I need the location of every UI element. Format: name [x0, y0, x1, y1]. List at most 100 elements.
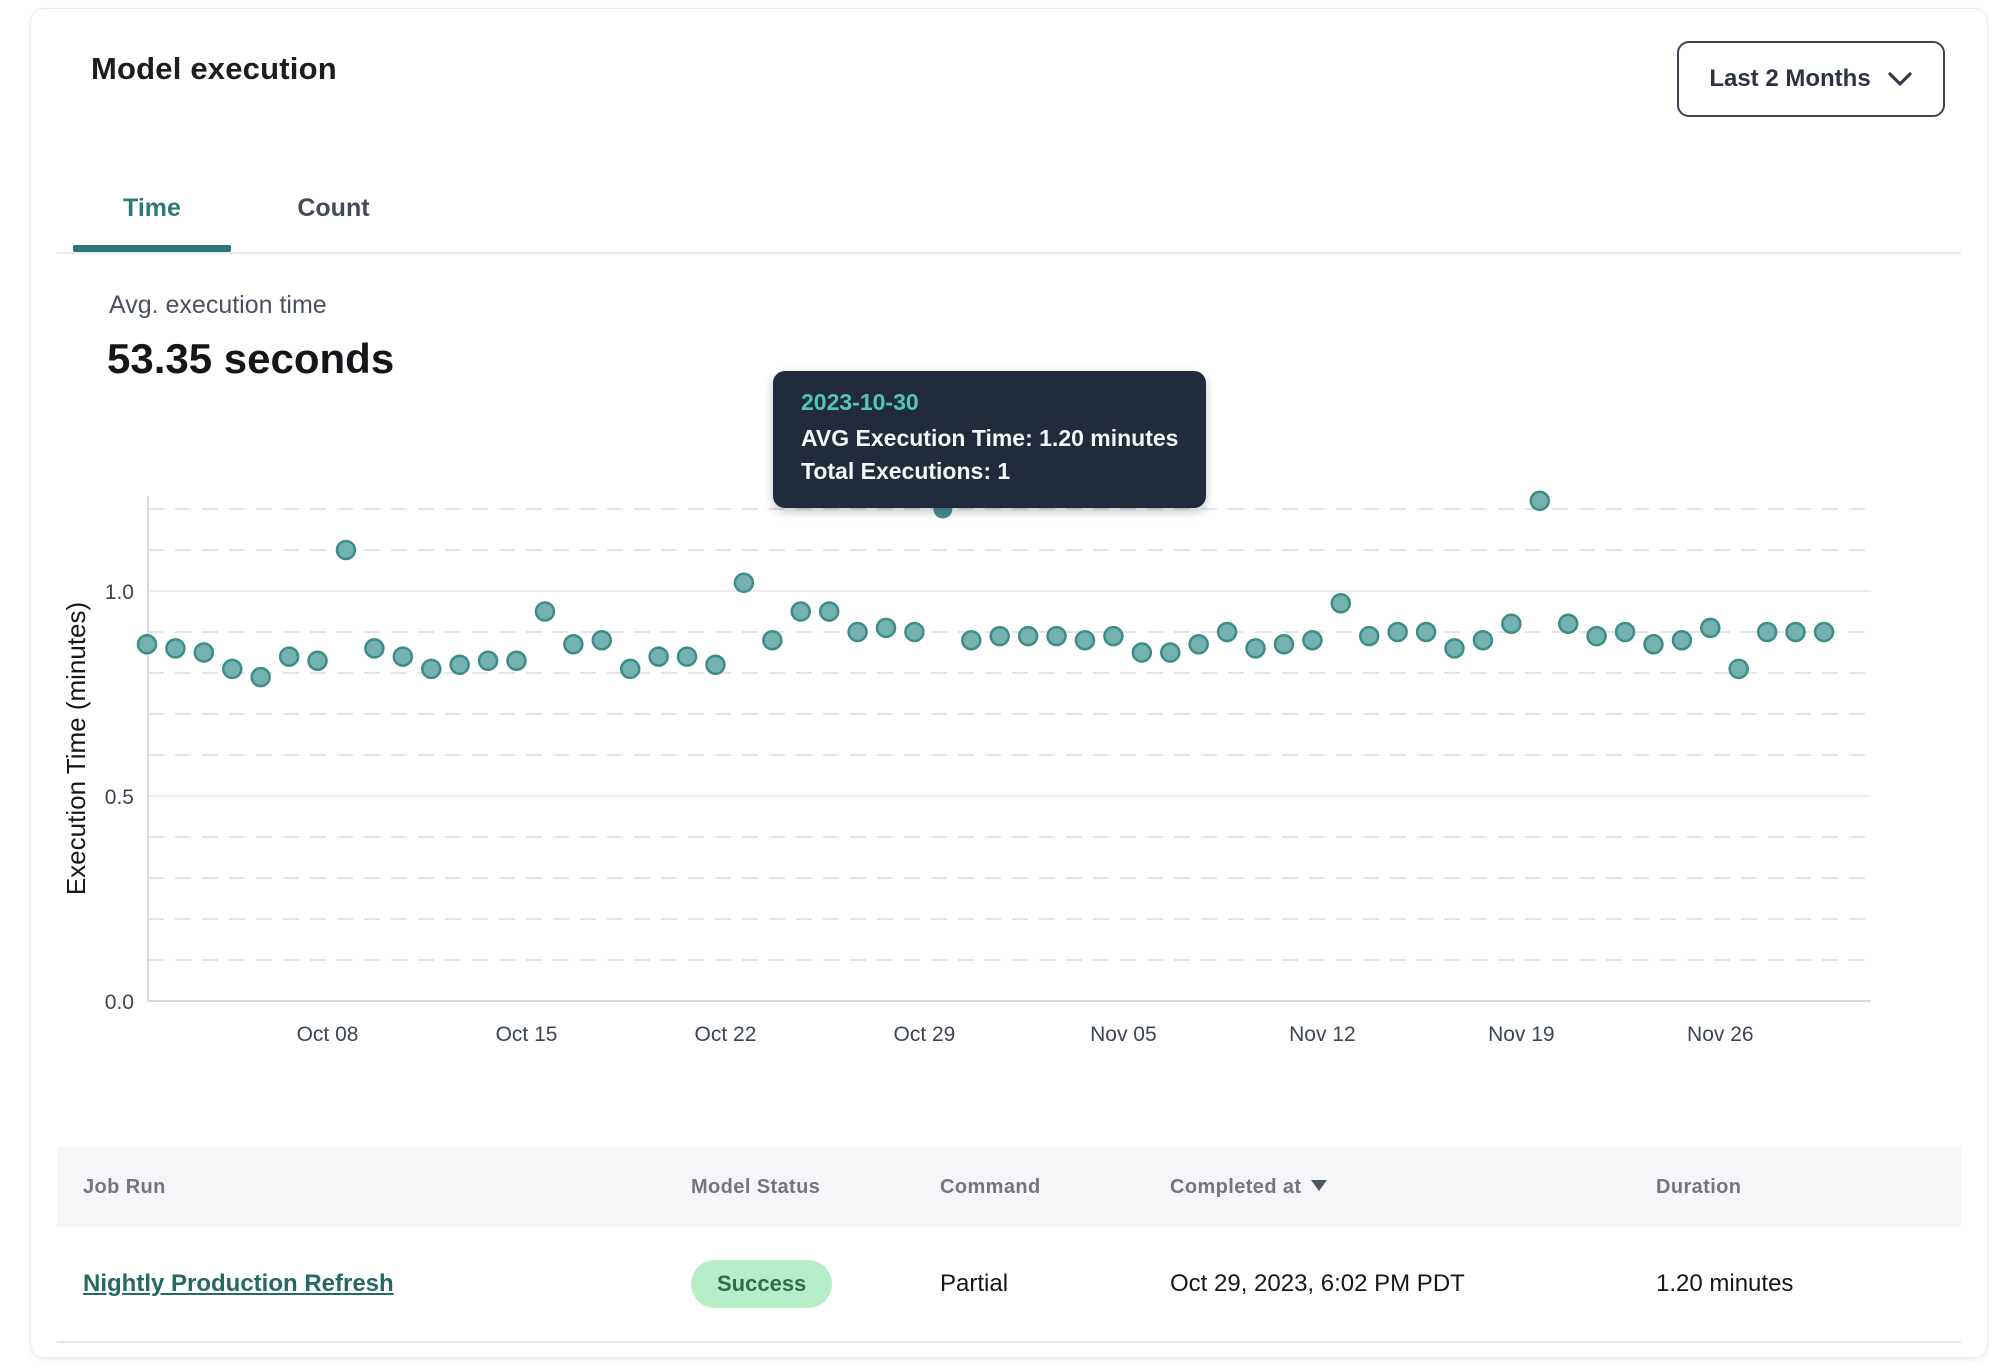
- data-point[interactable]: [223, 660, 241, 678]
- data-point[interactable]: [1332, 594, 1350, 612]
- data-point[interactable]: [309, 652, 327, 670]
- command-cell: Partial: [940, 1270, 1170, 1298]
- data-point[interactable]: [1133, 644, 1151, 662]
- col-header-job-run: Job Run: [57, 1176, 691, 1199]
- data-point[interactable]: [280, 648, 298, 666]
- x-tick-label: Nov 12: [1289, 1023, 1356, 1046]
- page-title: Model execution: [91, 51, 337, 87]
- data-point[interactable]: [593, 631, 611, 649]
- data-point[interactable]: [735, 574, 753, 592]
- data-point[interactable]: [1588, 627, 1606, 645]
- data-point[interactable]: [1758, 623, 1776, 641]
- data-point[interactable]: [195, 644, 213, 662]
- data-point[interactable]: [564, 635, 582, 653]
- tab-time[interactable]: Time: [73, 173, 231, 250]
- data-point[interactable]: [479, 652, 497, 670]
- job-run-link[interactable]: Nightly Production Refresh: [83, 1270, 394, 1297]
- tab-bar: Time Count: [57, 173, 1961, 254]
- col-header-completed-at[interactable]: Completed at: [1170, 1176, 1656, 1199]
- x-tick-label: Nov 19: [1488, 1023, 1555, 1046]
- data-point[interactable]: [820, 603, 838, 621]
- x-tick-label: Nov 26: [1687, 1023, 1754, 1046]
- data-point[interactable]: [365, 639, 383, 657]
- data-point[interactable]: [536, 603, 554, 621]
- data-point[interactable]: [1104, 627, 1122, 645]
- table-header-row: Job Run Model Status Command Completed a…: [57, 1147, 1961, 1227]
- data-point[interactable]: [1730, 660, 1748, 678]
- date-range-value: Last 2 Months: [1709, 65, 1870, 93]
- date-range-dropdown[interactable]: Last 2 Months: [1677, 41, 1945, 117]
- data-point[interactable]: [252, 668, 270, 686]
- data-point[interactable]: [1218, 623, 1236, 641]
- data-point[interactable]: [1701, 619, 1719, 637]
- x-tick-label: Oct 15: [496, 1023, 558, 1046]
- data-point[interactable]: [1644, 635, 1662, 653]
- data-point[interactable]: [621, 660, 639, 678]
- data-point[interactable]: [1389, 623, 1407, 641]
- y-tick-label: 1.0: [105, 581, 134, 604]
- gridlines: [148, 509, 1871, 960]
- data-point[interactable]: [394, 648, 412, 666]
- status-badge: Success: [691, 1260, 832, 1308]
- col-header-command: Command: [940, 1176, 1170, 1199]
- data-point[interactable]: [1303, 631, 1321, 649]
- page: Model execution Last 2 Months Time Count…: [0, 0, 2016, 1372]
- chevron-down-icon: [1887, 71, 1913, 87]
- axes: [148, 496, 1871, 1001]
- data-point[interactable]: [1445, 639, 1463, 657]
- tooltip-total-line: Total Executions: 1: [801, 455, 1178, 488]
- avg-execution-time-label: Avg. execution time: [109, 291, 327, 320]
- data-point[interactable]: [508, 652, 526, 670]
- data-point[interactable]: [792, 603, 810, 621]
- data-point[interactable]: [1247, 639, 1265, 657]
- x-tick-label: Nov 05: [1090, 1023, 1157, 1046]
- data-point[interactable]: [1673, 631, 1691, 649]
- data-points: [138, 492, 1833, 686]
- execution-time-scatter-chart: 0.0 0.5 1.0 Oct 08 Oct 15 Oct 22 Oct 29 Nov 05 N…: [61, 461, 1921, 1071]
- data-point[interactable]: [1275, 635, 1293, 653]
- data-point[interactable]: [1417, 623, 1435, 641]
- data-point[interactable]: [1502, 615, 1520, 633]
- avg-execution-time-value: 53.35 seconds: [107, 335, 394, 383]
- y-axis-title: Execution Time (minutes): [61, 602, 91, 895]
- data-point[interactable]: [1815, 623, 1833, 641]
- table-row: Nightly Production Refresh Success Parti…: [57, 1227, 1961, 1343]
- data-point[interactable]: [138, 635, 156, 653]
- y-tick-label: 0.0: [105, 991, 134, 1014]
- chart-tooltip: 2023-10-30 AVG Execution Time: 1.20 minu…: [773, 371, 1206, 508]
- data-point[interactable]: [1474, 631, 1492, 649]
- completed-at-cell: Oct 29, 2023, 6:02 PM PDT: [1170, 1270, 1656, 1298]
- y-tick-label: 0.5: [105, 786, 134, 809]
- data-point[interactable]: [1559, 615, 1577, 633]
- data-point[interactable]: [849, 623, 867, 641]
- data-point[interactable]: [877, 619, 895, 637]
- data-point[interactable]: [1048, 627, 1066, 645]
- data-point[interactable]: [1531, 492, 1549, 510]
- tab-count[interactable]: Count: [283, 173, 383, 250]
- data-point[interactable]: [1019, 627, 1037, 645]
- data-point[interactable]: [1161, 644, 1179, 662]
- x-tick-label: Oct 29: [894, 1023, 956, 1046]
- x-tick-label: Oct 22: [695, 1023, 757, 1046]
- data-point[interactable]: [1787, 623, 1805, 641]
- x-tick-label: Oct 08: [297, 1023, 359, 1046]
- tooltip-date: 2023-10-30: [801, 389, 1178, 416]
- tooltip-avg-line: AVG Execution Time: 1.20 minutes: [801, 422, 1178, 455]
- data-point[interactable]: [1616, 623, 1634, 641]
- data-point[interactable]: [905, 623, 923, 641]
- data-point[interactable]: [1076, 631, 1094, 649]
- data-point[interactable]: [962, 631, 980, 649]
- data-point[interactable]: [337, 541, 355, 559]
- data-point[interactable]: [451, 656, 469, 674]
- data-point[interactable]: [1360, 627, 1378, 645]
- sort-desc-icon[interactable]: [1311, 1180, 1327, 1191]
- data-point[interactable]: [650, 648, 668, 666]
- duration-cell: 1.20 minutes: [1656, 1270, 1961, 1298]
- data-point[interactable]: [678, 648, 696, 666]
- data-point[interactable]: [763, 631, 781, 649]
- data-point[interactable]: [422, 660, 440, 678]
- data-point[interactable]: [706, 656, 724, 674]
- data-point[interactable]: [1190, 635, 1208, 653]
- data-point[interactable]: [166, 639, 184, 657]
- data-point[interactable]: [991, 627, 1009, 645]
